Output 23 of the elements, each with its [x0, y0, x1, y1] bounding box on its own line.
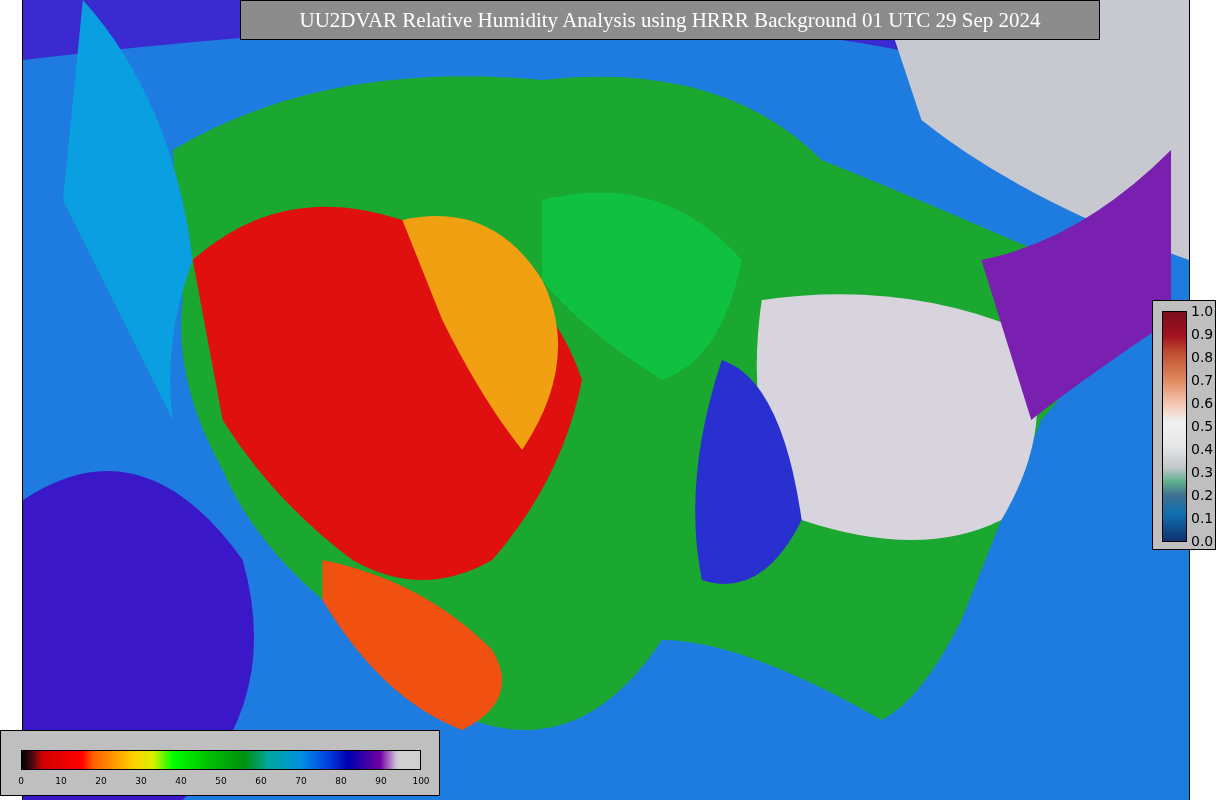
tick-label: 70 — [295, 776, 307, 787]
tick-label: 0.3 — [1191, 464, 1214, 480]
tick-label: 0.4 — [1191, 441, 1214, 457]
tick-label: 0.1 — [1191, 510, 1214, 526]
tick-label: 1.0 — [1191, 303, 1214, 319]
tick-label: 50 — [215, 776, 227, 787]
tick-label: 100 — [412, 776, 430, 787]
tick-label: 0.9 — [1191, 326, 1214, 342]
tick-label: 30 — [135, 776, 147, 787]
tick-label: 0.5 — [1191, 418, 1214, 434]
tick-label: 0.0 — [1191, 533, 1214, 549]
map-title: UU2DVAR Relative Humidity Analysis using HRRR Background 01 UTC 29 Sep 2024 — [240, 0, 1100, 40]
tick-label: 0.8 — [1191, 349, 1214, 365]
tick-label: 0.6 — [1191, 395, 1214, 411]
tick-label: 0.2 — [1191, 487, 1214, 503]
tick-label: 20 — [95, 776, 107, 787]
tick-label: 10 — [55, 776, 67, 787]
tick-label: 80 — [335, 776, 347, 787]
tick-label: 40 — [175, 776, 187, 787]
tick-label: 90 — [375, 776, 387, 787]
tick-label: 0 — [18, 776, 24, 787]
tick-label: 60 — [255, 776, 267, 787]
tick-label: 0.7 — [1191, 372, 1214, 388]
